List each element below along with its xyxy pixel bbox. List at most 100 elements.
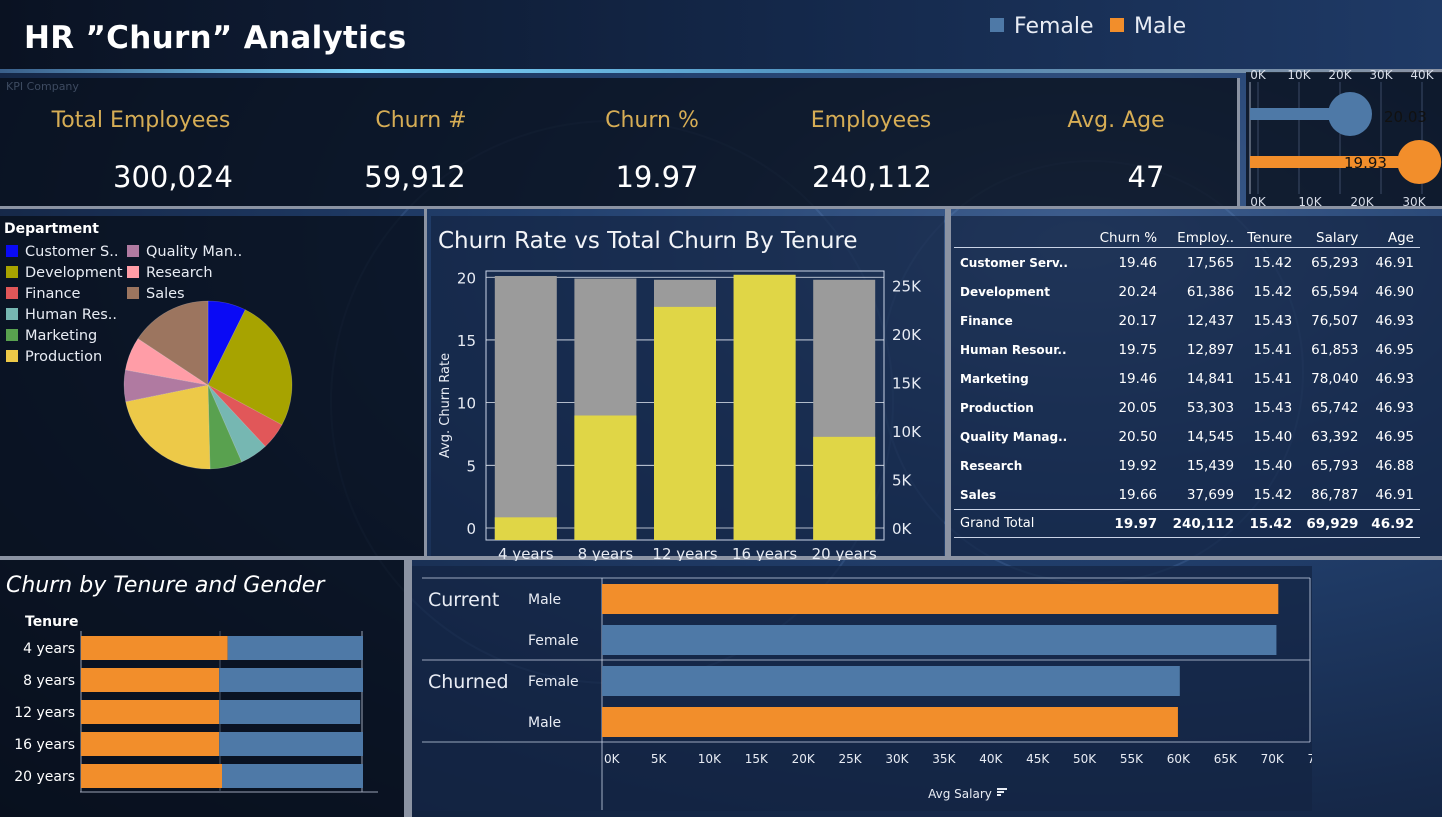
table-cell-department: Production — [960, 400, 1034, 415]
tenure-x-tick: 12 years — [652, 545, 717, 561]
table-row: Finance 20.17 12,437 15.43 76,507 46.93 — [954, 306, 1420, 335]
tenure-y-right-tick: 0K — [892, 520, 913, 538]
table-cell-age: 46.95 — [1375, 428, 1414, 445]
salary-group-label: Current — [428, 589, 499, 611]
table-cell-churn-percent: 20.50 — [1118, 428, 1158, 445]
salary-x-tick: 70K — [1261, 752, 1285, 766]
department-legend-swatch — [6, 350, 18, 362]
table-cell-employees: 12,897 — [1186, 341, 1235, 358]
table-cell-age: 46.91 — [1375, 254, 1414, 271]
tenure-gender-female-bar — [227, 636, 363, 660]
salary-row-label: Female — [528, 674, 579, 690]
department-legend-swatch — [127, 245, 139, 257]
table-cell-department: Sales — [960, 487, 997, 502]
salary-x-tick: 25K — [839, 752, 863, 766]
tenure-total-churn-bar — [733, 274, 796, 540]
table-header-salary: Salary — [1298, 226, 1365, 248]
department-legend-label: Human Res.. — [25, 307, 118, 323]
table-cell-employees: 37,699 — [1186, 486, 1235, 503]
kpi-total-employees-label: Total Employees — [51, 108, 231, 133]
legend-female-label: Female — [1014, 14, 1094, 39]
table-cell-age: 46.93 — [1375, 370, 1414, 387]
department-legend-title: Department — [4, 221, 99, 237]
table-cell-tenure: 15.42 — [1240, 509, 1299, 538]
legend-female-swatch — [990, 18, 1004, 32]
tenure-gender-row-label: 20 years — [14, 769, 75, 785]
tenure-total-churn-bar — [494, 517, 557, 540]
department-legend-label: Development — [25, 265, 123, 281]
tenure-x-tick: 16 years — [732, 545, 797, 561]
table-cell-employees: 61,386 — [1186, 283, 1235, 300]
tenure-x-tick: 20 years — [812, 545, 877, 561]
kpi-churn-percent-value: 19.97 — [615, 160, 699, 194]
table-cell-age: 46.92 — [1364, 509, 1420, 538]
age-axis-top-tick: 30K — [1369, 68, 1393, 82]
age-axis-top-tick: 0K — [1250, 68, 1267, 82]
age-dots-chart: 0K 10K 20K 30K 40K0K 10K 20K 30K20.0319.93 — [1249, 68, 1442, 209]
department-legend-label: Production — [25, 349, 103, 365]
salary-bar — [602, 707, 1178, 737]
department-legend-label: Customer S.. — [25, 244, 119, 260]
kpi-avg-age-label: Avg. Age — [1067, 108, 1165, 133]
legend-male-label: Male — [1134, 14, 1187, 39]
table-header-tenure: Tenure — [1240, 226, 1299, 248]
table-cell-tenure: 15.41 — [1253, 341, 1293, 358]
department-legend-item: Research — [127, 265, 213, 281]
table-cell-salary: 65,594 — [1311, 283, 1359, 300]
table-cell-age: 46.93 — [1375, 399, 1414, 416]
table-cell-churn-percent: 19.92 — [1118, 457, 1158, 474]
table-cell-salary: 76,507 — [1311, 312, 1359, 329]
header-glow-line — [0, 69, 1442, 73]
salary-row-label: Male — [528, 592, 561, 608]
age-female-label: 20.03 — [1384, 108, 1427, 126]
tenure-y-left-tick: 0 — [466, 520, 476, 538]
salary-row-label: Female — [528, 633, 579, 649]
department-legend-label: Finance — [25, 286, 81, 302]
table-cell-department: Marketing — [960, 371, 1029, 386]
tenure-gender-row-header: Tenure — [25, 614, 79, 630]
table-row: Sales 19.66 37,699 15.42 86,787 46.91 — [954, 480, 1420, 510]
table-cell-department: Customer Serv.. — [960, 255, 1068, 270]
salary-bar — [602, 625, 1277, 655]
kpi-total-employees-value: 300,024 — [113, 160, 233, 194]
tenure-gender-row-label: 16 years — [14, 737, 75, 753]
kpi-employees-value: 240,112 — [812, 160, 932, 194]
tenure-gender-chart: Tenure 4 years 8 years 12 years 16 years 20 y… — [14, 614, 378, 793]
department-legend-swatch — [6, 308, 18, 320]
table-cell-churn-percent: 19.97 — [1090, 509, 1164, 538]
table-cell-department: Quality Manag.. — [960, 429, 1068, 444]
department-legend-label: Quality Man.. — [146, 244, 243, 260]
tenure-chart-title: Churn Rate vs Total Churn By Tenure — [438, 228, 858, 254]
column-separator — [404, 560, 412, 817]
table-cell-employees: 15,439 — [1186, 457, 1235, 474]
salary-x-tick: 50K — [1073, 752, 1097, 766]
kpi-caption: KPI Company — [6, 80, 79, 93]
dashboard-title: HR ”Churn” Analytics — [24, 20, 407, 56]
row-separator — [0, 206, 1442, 209]
table-cell-churn-percent: 20.05 — [1118, 399, 1158, 416]
table-header-employees: Employ.. — [1163, 226, 1241, 248]
department-legend-label: Research — [146, 265, 213, 281]
table-row: Production 20.05 53,303 15.43 65,742 46.93 — [954, 393, 1420, 422]
tenure-y-right-tick: 10K — [892, 423, 922, 441]
tenure-gender-male-bar — [81, 668, 220, 692]
salary-x-tick: 15K — [745, 752, 769, 766]
salary-bar-chart: 0K 5K 10K 15K 20K 25K 30K 35K 40K 45K 50K 55K 60K 65K… — [422, 577, 1312, 810]
department-legend-item: Human Res.. — [6, 307, 117, 323]
table-cell-employees: 14,545 — [1186, 428, 1235, 445]
table-cell-salary: 65,293 — [1311, 254, 1359, 271]
table-cell-tenure: 15.41 — [1253, 370, 1293, 387]
sort-icon-line — [997, 791, 1004, 793]
tenure-churn-rate-bar — [494, 276, 557, 540]
salary-x-axis-label: Avg Salary — [928, 787, 992, 801]
table-cell-employees: 53,303 — [1186, 399, 1235, 416]
tenure-gender-male-bar — [81, 764, 222, 788]
table-cell-tenure: 15.42 — [1253, 283, 1293, 300]
tenure-gender-female-bar — [219, 668, 363, 692]
table-cell-tenure: 15.42 — [1253, 486, 1293, 503]
table-cell-tenure: 15.42 — [1253, 254, 1293, 271]
table-cell-department: Development — [960, 284, 1050, 299]
tenure-gender-title: Churn by Tenure and Gender — [6, 573, 325, 598]
table-cell-salary: 69,929 — [1298, 509, 1365, 538]
age-axis-top-tick: 10K — [1287, 68, 1311, 82]
